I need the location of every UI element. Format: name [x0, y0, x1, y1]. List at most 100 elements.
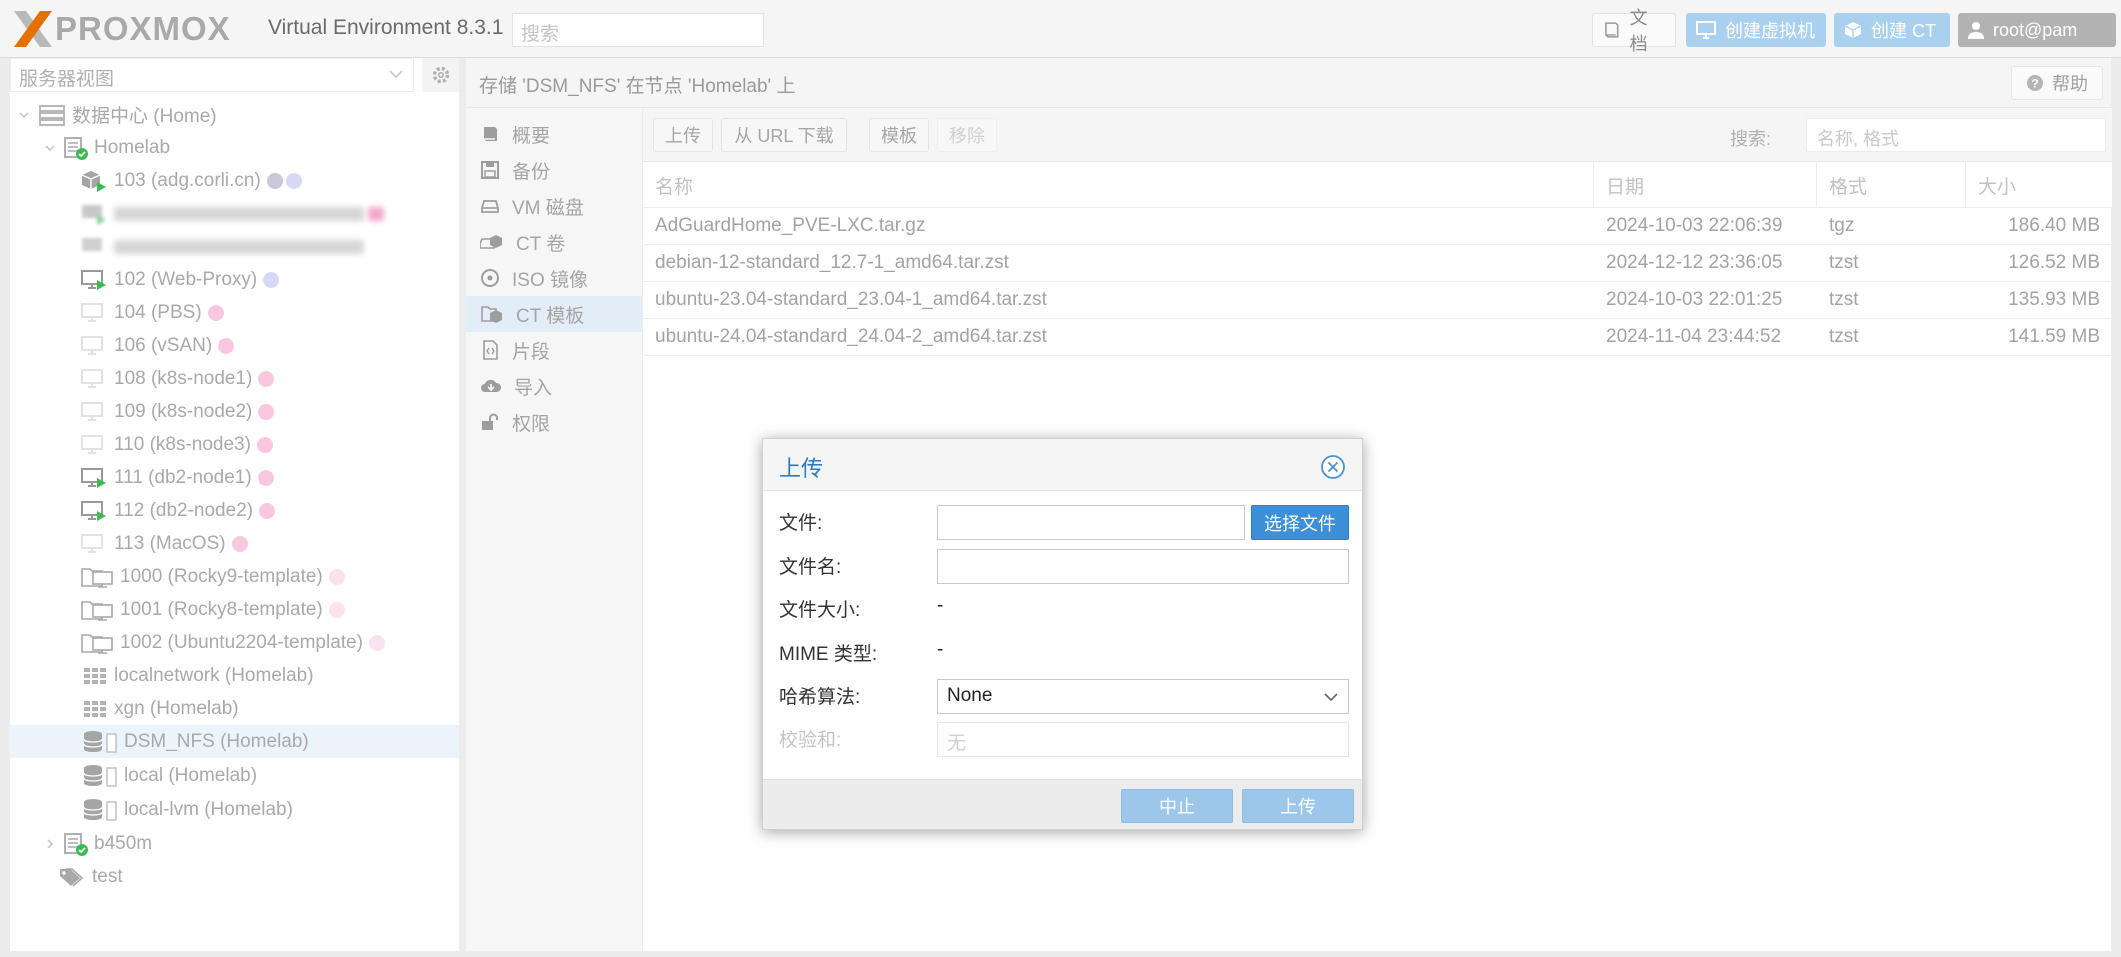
tree-item-storage-dsm-nfs[interactable]: DSM_NFS (Homelab) — [10, 725, 459, 758]
tree-item-vm-102[interactable]: 102 (Web-Proxy) — [10, 263, 459, 296]
file-field[interactable] — [937, 505, 1245, 540]
tree-item-vm-106[interactable]: 106 (vSAN) — [10, 329, 459, 362]
tree-item-label: 1002 (Ubuntu2204-template) — [120, 631, 363, 653]
cell-format: tgz — [1829, 215, 1855, 236]
help-button[interactable]: ? 帮助 — [2011, 66, 2103, 100]
view-selector[interactable]: 服务器视图 — [10, 58, 414, 92]
redacted-label — [114, 239, 364, 254]
column-header-size[interactable]: 大小 — [1966, 162, 2112, 208]
upload-button[interactable]: 上传 — [653, 118, 713, 152]
tree-item-vm-113[interactable]: 113 (MacOS) — [10, 527, 459, 560]
tree-item-template-1001[interactable]: 1001 (Rocky8-template) — [10, 593, 459, 626]
cell-name: ubuntu-24.04-standard_24.04-2_amd64.tar.… — [655, 326, 1047, 347]
tree-item-vm-112[interactable]: 112 (db2-node2) — [10, 494, 459, 527]
search-input[interactable]: 名称, 格式 — [1806, 118, 2106, 152]
abort-button[interactable]: 中止 — [1121, 789, 1233, 823]
table-header: 名称 日期 格式 大小 — [643, 162, 2112, 208]
create-vm-button[interactable]: 创建虚拟机 — [1686, 13, 1826, 47]
tree-item-datacenter[interactable]: 数据中心 (Home) — [10, 98, 459, 131]
snippet-icon — [483, 340, 498, 360]
tree-item-vm-109[interactable]: 109 (k8s-node2) — [10, 395, 459, 428]
tree-item-blurred-2[interactable] — [10, 230, 459, 263]
close-icon[interactable] — [1320, 454, 1346, 480]
cell-format: tzst — [1829, 289, 1859, 310]
tree-item-storage-local-lvm[interactable]: local-lvm (Homelab) — [10, 793, 459, 826]
nav-ct-volumes[interactable]: CT 卷 — [466, 224, 642, 260]
template-icon — [80, 631, 114, 655]
tree-item-storage-local[interactable]: local (Homelab) — [10, 759, 459, 792]
global-search-input[interactable]: 搜索 — [512, 13, 764, 47]
dialog-footer: 中止 上传 — [763, 779, 1362, 829]
tree-settings-button[interactable] — [422, 58, 459, 92]
tree-item-node-b450m[interactable]: b450m — [10, 827, 459, 860]
cell-size: 141.59 MB — [2008, 326, 2100, 347]
remove-button[interactable]: 移除 — [937, 118, 997, 152]
node-online-icon — [62, 831, 88, 857]
nav-ct-templates[interactable]: CT 模板 — [466, 296, 642, 332]
user-label: root@pam — [1993, 19, 2078, 40]
table-row[interactable]: ubuntu-24.04-standard_24.04-2_amd64.tar.… — [643, 319, 2112, 356]
tree-item-vm-104[interactable]: 104 (PBS) — [10, 296, 459, 329]
tree-item-template-1000[interactable]: 1000 (Rocky9-template) — [10, 560, 459, 593]
user-menu-button[interactable]: root@pam — [1958, 13, 2116, 47]
cell-format: tzst — [1829, 252, 1859, 273]
top-bar: PROXMOX Virtual Environment 8.3.1 搜索 文档 … — [0, 0, 2121, 58]
unlock-icon — [482, 413, 498, 430]
create-ct-button[interactable]: 创建 CT — [1834, 13, 1950, 47]
filesize-label: 文件大小: — [779, 600, 861, 621]
tree-item-label: 106 (vSAN) — [114, 334, 213, 356]
tree-item-tag-test[interactable]: test — [10, 860, 459, 893]
nav-iso-images[interactable]: ISO 镜像 — [466, 260, 642, 296]
filesize-value: - — [937, 595, 944, 616]
vm-running-icon — [80, 268, 108, 292]
hdd-icon — [481, 200, 499, 213]
tree-item-template-1002[interactable]: 1002 (Ubuntu2204-template) — [10, 626, 459, 659]
choose-file-button[interactable]: 选择文件 — [1251, 505, 1349, 540]
storage-icon — [82, 797, 118, 823]
vm-stopped-icon — [80, 301, 108, 325]
tree-item-sdn-localnetwork[interactable]: localnetwork (Homelab) — [10, 659, 459, 692]
nav-import[interactable]: 导入 — [466, 368, 642, 404]
tree-item-vm-110[interactable]: 110 (k8s-node3) — [10, 428, 459, 461]
nav-snippets[interactable]: 片段 — [466, 332, 642, 368]
column-header-name[interactable]: 名称 — [643, 162, 1594, 208]
tag-dot — [285, 172, 302, 189]
table-row[interactable]: AdGuardHome_PVE-LXC.tar.gz 2024-10-03 22… — [643, 208, 2112, 245]
vm-stopped-icon — [80, 400, 108, 424]
tree-item-vm-111[interactable]: 111 (db2-node1) — [10, 461, 459, 494]
tree-item-sdn-xgn[interactable]: xgn (Homelab) — [10, 692, 459, 725]
nav-backup[interactable]: 备份 — [466, 152, 642, 188]
container-running-icon — [80, 169, 108, 193]
tree-item-ct-103[interactable]: 103 (adg.corli.cn) — [10, 164, 459, 197]
nav-vm-disks[interactable]: VM 磁盘 — [466, 188, 642, 224]
tree-item-node-homelab[interactable]: Homelab — [10, 131, 459, 164]
chevron-down-icon — [1324, 693, 1338, 702]
nav-label: 概要 — [512, 125, 551, 147]
nav-permissions[interactable]: 权限 — [466, 404, 642, 440]
hash-algorithm-label: 哈希算法: — [779, 687, 861, 708]
docs-button[interactable]: 文档 — [1592, 8, 1676, 54]
column-header-date[interactable]: 日期 — [1594, 162, 1817, 208]
table-row[interactable]: debian-12-standard_12.7-1_amd64.tar.zst … — [643, 245, 2112, 282]
checksum-field[interactable]: 无 — [937, 722, 1349, 757]
tree-item-blurred-1[interactable] — [10, 197, 459, 230]
cell-name: AdGuardHome_PVE-LXC.tar.gz — [655, 215, 926, 236]
filename-field[interactable] — [937, 549, 1349, 584]
table-row[interactable]: ubuntu-23.04-standard_23.04-1_amd64.tar.… — [643, 282, 2112, 319]
tree-item-label: b450m — [94, 832, 153, 854]
file-label: 文件: — [779, 513, 823, 534]
tree-item-label: localnetwork (Homelab) — [114, 664, 314, 686]
tree-item-vm-108[interactable]: 108 (k8s-node1) — [10, 362, 459, 395]
hash-algorithm-value: None — [947, 685, 993, 706]
download-from-url-button[interactable]: 从 URL 下载 — [721, 118, 847, 152]
upload-submit-button[interactable]: 上传 — [1242, 789, 1354, 823]
column-header-format[interactable]: 格式 — [1817, 162, 1966, 208]
hash-algorithm-select[interactable]: None — [937, 679, 1349, 714]
nav-summary[interactable]: 概要 — [466, 116, 642, 152]
proxmox-logo[interactable]: PROXMOX — [12, 9, 231, 49]
tag-dot — [368, 206, 384, 221]
cell-date: 2024-10-03 22:01:25 — [1606, 289, 1783, 310]
resource-tree-panel: 服务器视图 数据中心 (Home) Homelab 103 (adg.corli — [10, 58, 459, 951]
content-header: 存储 'DSM_NFS' 在节点 'Homelab' 上 ? 帮助 — [466, 58, 2111, 108]
templates-button[interactable]: 模板 — [869, 118, 929, 152]
